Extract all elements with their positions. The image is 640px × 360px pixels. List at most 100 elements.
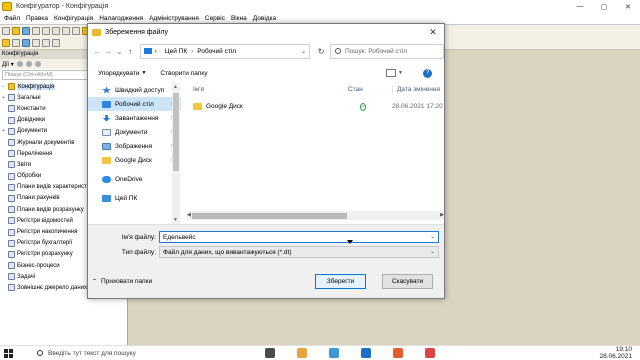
nav-item[interactable]: OneDrive [88, 172, 181, 186]
file-row[interactable]: Google Диск ✓ 28.06.2021 17:20 [187, 99, 444, 113]
pictures-icon [102, 142, 111, 150]
app-1c-icon[interactable] [393, 348, 403, 358]
menu-debug[interactable]: Налагодження [99, 15, 143, 22]
tree-item-label: Зовнішнє джерело даних [17, 284, 88, 291]
menu-edit[interactable]: Правка [26, 15, 48, 22]
expand-icon[interactable]: + [2, 95, 6, 101]
metadata-icon [8, 206, 15, 214]
scroll-up-icon[interactable]: ▲ [173, 84, 178, 90]
download-icon [102, 114, 111, 122]
nav-item-label: Зображення [115, 142, 153, 150]
forward-button[interactable]: → [103, 47, 114, 56]
chevron-down-icon[interactable]: ⌄ [430, 234, 435, 240]
scroll-thumb[interactable] [173, 93, 179, 171]
hide-folders-toggle[interactable]: ⌃ Приховати папки [92, 278, 152, 285]
menu-windows[interactable]: Вікна [231, 15, 247, 22]
open-folder-icon[interactable] [12, 27, 20, 35]
chevron-down-icon[interactable]: ⌄ [430, 249, 435, 255]
store-icon[interactable] [329, 348, 339, 358]
edit-icon[interactable] [25, 61, 32, 67]
cancel-button[interactable]: Скасувати [382, 273, 433, 289]
menu-help[interactable]: Довідка [253, 15, 276, 22]
metadata-icon [8, 116, 15, 124]
breadcrumb-sep-icon: › [154, 47, 157, 55]
windows-start-icon[interactable] [4, 348, 13, 358]
dialog-titlebar: Збереження файлу ✕ [88, 24, 444, 41]
new-file-icon[interactable] [2, 27, 10, 35]
undo-icon[interactable] [62, 27, 70, 35]
new-folder-button[interactable]: Створити папку [160, 70, 207, 77]
file-name-input[interactable]: Едельвейс ⌄ [159, 231, 439, 243]
scroll-right-icon[interactable]: ▶ [440, 212, 444, 218]
column-date[interactable]: Дата змінення [392, 86, 444, 93]
expand-icon[interactable]: + [2, 128, 6, 134]
database-icon[interactable] [12, 39, 20, 47]
back-button[interactable]: ← [92, 47, 103, 56]
debug-icon[interactable] [32, 39, 40, 47]
nav-item-label: Документи [115, 128, 148, 136]
actions-menu[interactable]: Дії ▾ [2, 61, 14, 68]
tree-item-label: Журнали документів [17, 139, 75, 146]
delete-icon[interactable] [34, 61, 41, 67]
nav-item[interactable]: Робочий стіл📌 [88, 97, 181, 111]
window-controls: — ▢ ✕ [568, 3, 640, 11]
scroll-down-icon[interactable]: ▼ [173, 217, 178, 223]
breadcrumb-desktop[interactable]: Робочий стіл [197, 48, 236, 55]
help-icon[interactable]: ? [423, 68, 432, 78]
chevron-down-icon[interactable]: ▼ [398, 70, 403, 76]
update-icon[interactable] [22, 39, 30, 47]
scroll-left-icon[interactable]: ◀ [187, 212, 191, 218]
config-icon[interactable] [2, 39, 10, 47]
maximize-icon[interactable]: ▢ [592, 3, 616, 11]
nav-item[interactable]: Цей ПК [88, 191, 181, 205]
h-scroll-thumb[interactable] [192, 213, 347, 219]
nav-item[interactable]: Документи📌 [88, 125, 181, 139]
organize-button[interactable]: Упорядкувати [98, 70, 139, 77]
add-icon[interactable] [16, 61, 23, 67]
menu-administration[interactable]: Адміністрування [149, 15, 199, 22]
column-status[interactable]: Стан [348, 86, 392, 93]
nav-item[interactable]: Зображення📌 [88, 139, 181, 153]
metadata-icon [8, 239, 15, 247]
close-icon[interactable]: ✕ [616, 3, 640, 11]
file-explorer-icon[interactable] [297, 348, 307, 358]
column-name[interactable]: Ім'я [187, 86, 348, 93]
breadcrumb-this-pc[interactable]: Цей ПК [165, 48, 187, 55]
nav-scrollbar[interactable]: ▲ ▼ [172, 83, 180, 224]
dialog-close-button[interactable]: ✕ [422, 27, 444, 38]
run-icon[interactable] [42, 39, 50, 47]
taskbar-search[interactable]: Введіть тут текст для пошуку [37, 348, 257, 359]
refresh-icon[interactable]: ↻ [314, 47, 328, 56]
save-button[interactable]: Зберегти [315, 273, 366, 289]
nav-item[interactable]: Google Диск📌 [88, 153, 181, 167]
horizontal-scrollbar[interactable]: ◀ ▶ [187, 211, 444, 220]
save-file-dialog: Збереження файлу ✕ ← → ⌄ ↑ › Цей ПК › Ро… [87, 23, 445, 299]
synced-check-icon: ✓ [360, 102, 367, 111]
folder-search-input[interactable]: Пошук: Робочий стіл [330, 43, 445, 59]
pinned-app-icon[interactable] [425, 348, 435, 358]
menu-file[interactable]: Файл [4, 15, 20, 22]
tree-item-label: Плани рахунків [17, 195, 60, 202]
minimize-icon[interactable]: — [568, 3, 592, 11]
system-clock[interactable]: 19:10 28.06.2021 [599, 346, 632, 360]
file-type-select[interactable]: Файл для даних, що вивантажуються (*.dt)… [159, 246, 439, 258]
menu-service[interactable]: Сервіс [205, 15, 225, 22]
stop-icon[interactable] [52, 39, 60, 47]
expand-icon[interactable]: − [2, 84, 6, 90]
nav-item[interactable]: Швидкий доступ [88, 83, 181, 97]
save-icon[interactable] [22, 27, 30, 35]
task-view-icon[interactable] [265, 348, 275, 358]
cut-icon[interactable] [32, 27, 40, 35]
chevron-down-icon[interactable]: ⌄ [301, 48, 306, 55]
copy-icon[interactable] [42, 27, 50, 35]
nav-item[interactable]: Завантаження📌 [88, 111, 181, 125]
paste-icon[interactable] [52, 27, 60, 35]
browser-icon[interactable] [361, 348, 371, 358]
address-bar[interactable]: › Цей ПК › Робочий стіл ⌄ [139, 43, 311, 59]
redo-icon[interactable] [72, 27, 80, 35]
address-row: ← → ⌄ ↑ › Цей ПК › Робочий стіл ⌄ ↻ Пошу… [88, 41, 445, 61]
recent-locations-button[interactable]: ⌄ [114, 47, 125, 56]
view-options-icon[interactable] [386, 69, 397, 77]
up-button[interactable]: ↑ [125, 47, 136, 56]
menu-configuration[interactable]: Конфігурація [54, 15, 93, 22]
